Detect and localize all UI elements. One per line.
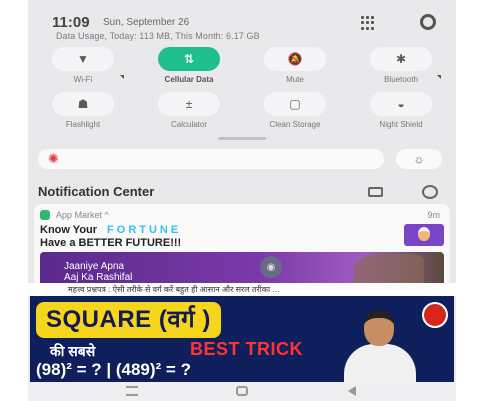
notification-title: Know Your FORTUNE — [40, 224, 181, 236]
recents-icon[interactable] — [126, 386, 138, 396]
presenter-head — [364, 310, 394, 346]
thumbnail-subtitle: की सबसे — [50, 343, 96, 359]
toggle-label: Clean Storage — [269, 120, 321, 129]
notification-title-text: Know Your — [40, 224, 98, 236]
toggle-label: Flashlight — [65, 120, 101, 129]
channel-logo — [422, 302, 448, 328]
manage-notifications-icon[interactable] — [368, 187, 383, 197]
back-icon[interactable] — [348, 386, 356, 396]
toggle-wifi[interactable]: ▼ Wi-Fi — [52, 47, 114, 84]
presenter-body — [344, 344, 416, 382]
toggle-label: Calculator — [170, 120, 207, 129]
toggle-night-shield[interactable]: ◒ Night Shield — [370, 92, 432, 129]
thumbnail-title: SQUARE (वर्ग ) — [36, 302, 221, 338]
flashlight-icon: ☗ — [52, 92, 114, 116]
toggle-label: Night Shield — [379, 120, 423, 129]
fortune-highlight: FORTUNE — [107, 224, 182, 236]
mute-bell-icon: 🔕 — [264, 47, 326, 71]
notification-app-name: App Market ^ — [56, 210, 109, 220]
auto-brightness-button[interactable]: ☼ — [396, 149, 442, 169]
toggle-label: Wi-Fi — [73, 75, 93, 84]
thumbnail-equation: (98)² = ? | (489)² = ? — [36, 360, 191, 379]
settings-gear-icon[interactable] — [420, 14, 436, 30]
status-time: 11:09 — [52, 14, 90, 31]
bluetooth-expand-caret-icon[interactable] — [437, 75, 441, 79]
notification-time: 9m — [427, 210, 440, 220]
toggle-clean-storage[interactable]: ▢ Clean Storage — [264, 92, 326, 129]
toggle-mute[interactable]: 🔕 Mute — [264, 47, 326, 84]
status-date: Sun, September 26 — [103, 17, 190, 28]
video-thumbnail[interactable]: SQUARE (वर्ग ) की सबसे BEST TRICK (98)² … — [30, 296, 454, 382]
notification-card[interactable]: App Market ^ 9m Know Your FORTUNE Have a … — [34, 204, 450, 286]
toggle-calculator[interactable]: ± Calculator — [158, 92, 220, 129]
presenter-image — [340, 310, 420, 382]
clear-all-icon[interactable] — [422, 185, 438, 199]
calculator-icon: ± — [158, 92, 220, 116]
banner-play-icon: ◉ — [260, 256, 282, 278]
bluetooth-icon: ✱ — [370, 47, 432, 71]
toggle-label: Cellular Data — [164, 75, 214, 84]
quick-settings-panel: 11:09 Sun, September 26 Data Usage, Toda… — [28, 0, 456, 401]
toggle-label: Bluetooth — [384, 75, 418, 84]
astrologer-avatar — [418, 227, 430, 241]
thumbnail-best-trick: BEST TRICK — [190, 339, 303, 359]
toggle-bluetooth[interactable]: ✱ Bluetooth — [370, 47, 432, 84]
video-caption: महत्त्व प्रश्नपत्र : ऐसी तरीके से वर्ग क… — [28, 283, 456, 296]
banner-line-1: Jaaniye Apna — [64, 261, 125, 272]
wifi-icon: ▼ — [52, 47, 114, 71]
panel-drag-handle[interactable] — [218, 137, 266, 140]
night-shield-icon: ◒ — [370, 92, 432, 116]
cellular-data-icon: ⇅ — [158, 47, 220, 71]
brightness-slider[interactable] — [38, 149, 384, 169]
sun-icon: ✺ — [48, 151, 59, 166]
wifi-expand-caret-icon[interactable] — [120, 75, 124, 79]
notification-center-title: Notification Center — [38, 184, 155, 199]
notification-subtitle: Have a BETTER FUTURE!!! — [40, 237, 182, 249]
app-market-icon — [40, 210, 50, 220]
toggle-flashlight[interactable]: ☗ Flashlight — [52, 92, 114, 129]
banner-palm-image — [354, 254, 424, 286]
clean-storage-icon: ▢ — [264, 92, 326, 116]
banner-line-2: Aaj Ka Rashifal — [64, 272, 133, 283]
home-icon[interactable] — [236, 386, 248, 396]
toggle-label: Mute — [286, 75, 304, 84]
edit-tiles-icon[interactable] — [361, 16, 375, 30]
data-usage-text[interactable]: Data Usage, Today: 113 MB, This Month: 6… — [56, 31, 260, 41]
banner-text: Jaaniye Apna Aaj Ka Rashifal — [64, 261, 132, 283]
toggle-cellular-data[interactable]: ⇅ Cellular Data — [158, 47, 220, 84]
